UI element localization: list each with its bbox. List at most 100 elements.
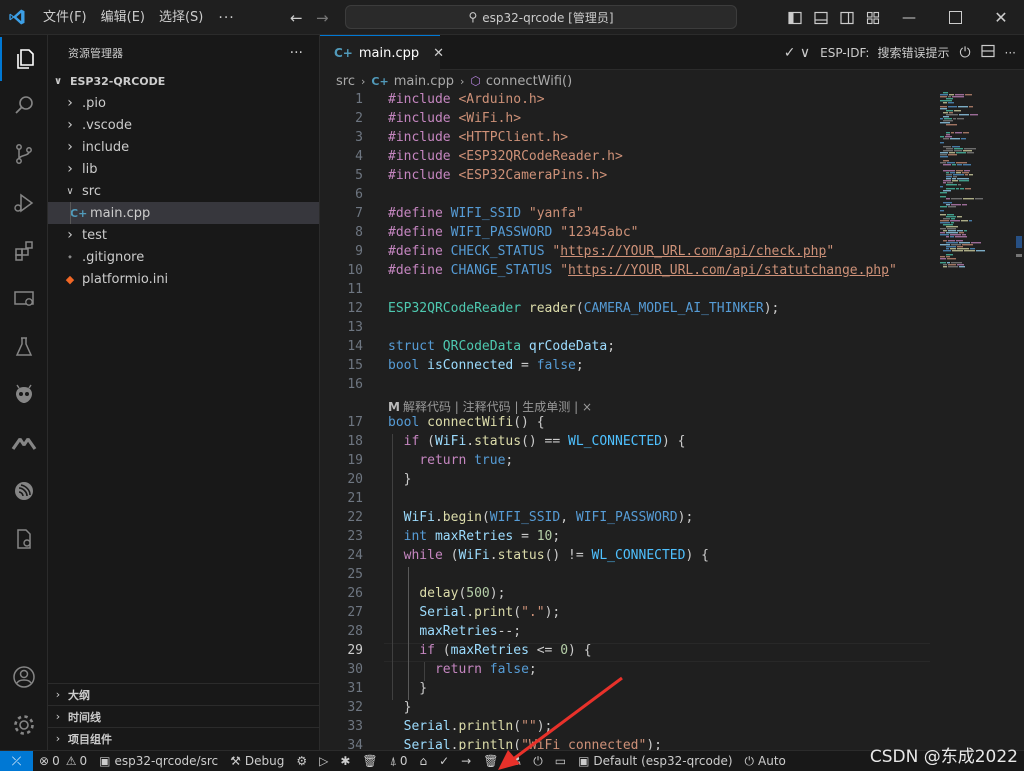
line-number: 21 [347, 491, 363, 506]
outline-section[interactable]: › 大纲 [48, 683, 320, 705]
espressif-icon[interactable] [0, 469, 48, 513]
forward-arrow-icon[interactable]: → [316, 9, 329, 27]
toggle-primary-sidebar-icon[interactable] [782, 0, 808, 35]
minimap-line [964, 170, 970, 172]
maximize-icon[interactable] [932, 0, 978, 35]
minimap-line [940, 222, 950, 224]
trash-icon[interactable]: 🗑 [356, 754, 383, 768]
tree-item-vscode[interactable]: › .vscode [48, 114, 319, 136]
minimap-line [940, 152, 948, 154]
minimize-icon[interactable]: — [886, 0, 932, 35]
minimap-line [948, 264, 956, 266]
tab-main-cpp[interactable]: C+ main.cpp ✕ [320, 35, 444, 70]
timeline-section[interactable]: › 时间线 [48, 705, 320, 727]
remote-explorer-icon[interactable] [0, 277, 48, 321]
account-icon[interactable] [0, 655, 48, 699]
minimap-line [946, 110, 953, 112]
sidebar-more-button[interactable]: ··· [290, 45, 303, 61]
upload-arrow-icon[interactable]: → [455, 754, 477, 768]
minimap-line [947, 228, 956, 230]
problems-status[interactable]: ⊗ 0 ⚠ 0 [33, 754, 93, 768]
home-icon[interactable]: ⌂ [413, 754, 433, 768]
plug-icon[interactable]: ⏻ [959, 45, 970, 61]
minimap-line [943, 240, 947, 242]
tree-item-test[interactable]: › test [48, 224, 319, 246]
platformio-alien-icon[interactable] [0, 373, 48, 417]
minimap-line [957, 216, 962, 218]
line-number: 11 [347, 282, 363, 297]
menu-selection[interactable]: 选择(S) [152, 0, 210, 35]
checkmark-dropdown-icon[interactable]: ✓ ∨ [784, 45, 810, 61]
build-check-icon[interactable]: ✓ [433, 754, 455, 768]
more-actions-button[interactable]: ··· [1005, 46, 1016, 60]
close-window-icon[interactable]: ✕ [978, 0, 1024, 35]
breadcrumb: src › C+ main.cpp › ⬡ connectWifi() [320, 70, 1024, 92]
source-control-icon[interactable] [0, 132, 48, 176]
auto-mode[interactable]: ⏻ Auto [739, 754, 792, 769]
minimap-line [946, 232, 958, 234]
menu-edit[interactable]: 编辑(E) [94, 0, 152, 35]
close-tab-icon[interactable]: ✕ [433, 46, 444, 61]
minimap-line [948, 266, 958, 268]
line-number: 8 [355, 225, 363, 240]
code-line: } [388, 700, 412, 715]
toggle-panel-icon[interactable] [808, 0, 834, 35]
code-line: ESP32QRCodeReader reader(CAMERA_MODEL_AI… [388, 301, 780, 316]
search-error-hint-button[interactable]: 搜索错误提示 [877, 44, 949, 61]
minimap-line [943, 116, 949, 118]
project-components-section[interactable]: › 项目组件 [48, 727, 320, 749]
activity-bar [0, 35, 48, 750]
tree-item-pio[interactable]: › .pio [48, 92, 319, 114]
workspace-root-folder[interactable]: ∨ ESP32-QRCODE [48, 70, 319, 92]
platformio-file-icon: ◆ [65, 272, 75, 286]
marscode-icon[interactable] [0, 421, 48, 465]
tree-item-main-cpp[interactable]: C+ main.cpp [48, 202, 319, 224]
build-play-icon[interactable]: ▷ [313, 754, 334, 768]
minimap-line [946, 246, 956, 248]
extensions-icon[interactable] [0, 229, 48, 273]
search-icon[interactable] [0, 83, 48, 127]
menu-file[interactable]: 文件(F) [36, 0, 94, 35]
back-arrow-icon[interactable]: ← [290, 9, 303, 27]
codelens-actions[interactable]: M 解释代码 | 注释代码 | 生成单测 | × [388, 398, 592, 415]
settings-gear-icon[interactable]: ⚙ [290, 754, 313, 768]
tree-item-src[interactable]: ∨ src [48, 180, 319, 202]
chevron-right-icon: › [67, 117, 73, 133]
explorer-icon[interactable] [0, 37, 48, 81]
git-file-icon: ⬩ [68, 250, 72, 263]
split-editor-icon[interactable] [980, 44, 995, 61]
manage-gear-icon[interactable] [0, 703, 48, 747]
editor-scrollbar[interactable] [1014, 92, 1024, 750]
minimap-line [961, 220, 968, 222]
breadcrumb-file[interactable]: main.cpp [394, 74, 454, 89]
debug-bug-icon[interactable]: ✱ [334, 754, 356, 768]
esp-idf-explorer-icon[interactable] [0, 517, 48, 561]
build-mode[interactable]: ⚒ Debug [224, 754, 290, 768]
code-editor[interactable]: 1 #include <Arduino.h> 2 #include <WiFi.h> 3… [320, 92, 1024, 750]
run-and-debug-icon[interactable] [0, 181, 48, 225]
minimap[interactable] [938, 92, 1014, 272]
customize-layout-icon[interactable] [860, 0, 886, 35]
minimap-line [965, 188, 971, 190]
command-center-search[interactable]: ⚲ esp32-qrcode [管理员] [345, 5, 737, 29]
breadcrumb-symbol[interactable]: connectWifi() [486, 74, 572, 89]
tree-item-platformio-ini[interactable]: ◆ platformio.ini [48, 268, 319, 290]
tree-item-label: .vscode [82, 117, 132, 133]
env-switcher[interactable]: ▣ esp32-qrcode/src [93, 754, 224, 768]
ports-status[interactable]: ⍋ 0 [384, 754, 414, 769]
minimap-line [943, 264, 947, 266]
tree-item-gitignore[interactable]: ⬩ .gitignore [48, 246, 319, 268]
minimap-line [947, 182, 953, 184]
minimap-line [946, 226, 958, 228]
testing-flask-icon[interactable] [0, 325, 48, 369]
minimap-line [948, 106, 957, 108]
antenna-icon: ⍋ [389, 753, 397, 768]
minimap-line [940, 96, 947, 98]
tree-item-include[interactable]: › include [48, 136, 319, 158]
toggle-secondary-sidebar-icon[interactable] [834, 0, 860, 35]
code-line: Serial.print("."); [419, 605, 561, 620]
remote-indicator-icon[interactable]: ⤫ [0, 750, 33, 771]
tree-item-lib[interactable]: › lib [48, 158, 319, 180]
more-menus-button[interactable]: ··· [210, 10, 242, 26]
breadcrumb-src[interactable]: src [336, 74, 355, 89]
